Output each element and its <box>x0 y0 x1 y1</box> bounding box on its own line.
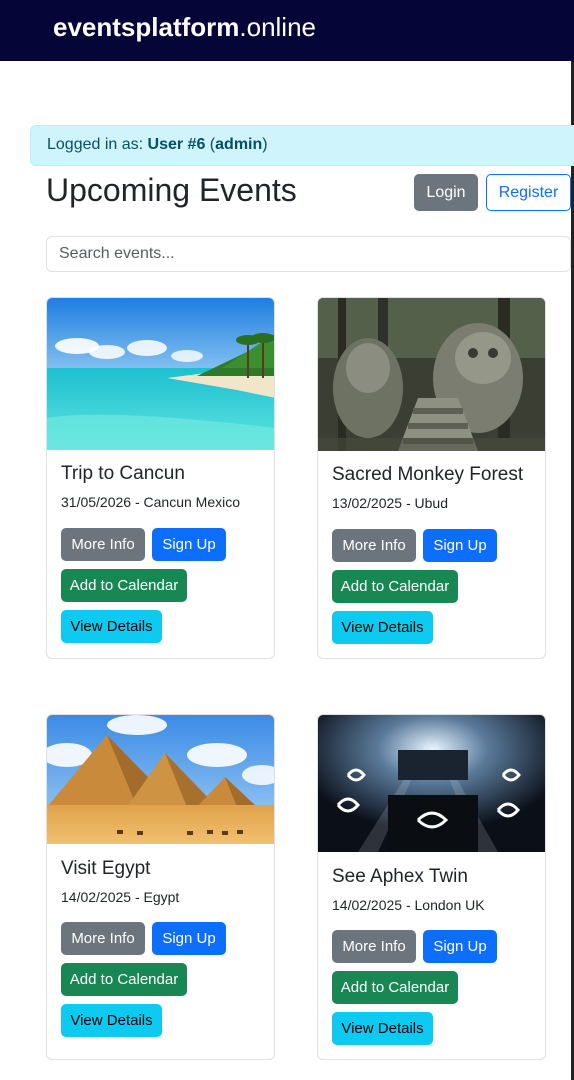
event-title: Sacred Monkey Forest <box>332 464 524 485</box>
event-date-location: 14/02/2025 - London UK <box>332 897 485 913</box>
add-to-calendar-button[interactable]: Add to Calendar <box>61 569 187 602</box>
alert-role: admin <box>215 136 263 153</box>
add-to-calendar-button[interactable]: Add to Calendar <box>332 570 458 603</box>
view-details-button[interactable]: View Details <box>61 1004 162 1037</box>
beach-photo <box>47 298 274 450</box>
event-date-location: 31/05/2026 - Cancun Mexico <box>61 494 240 510</box>
event-card: Visit Egypt 14/02/2025 - Egypt More Info… <box>46 714 275 1060</box>
alert-open-paren: ( <box>205 136 216 153</box>
view-details-button[interactable]: View Details <box>61 610 162 643</box>
login-status-alert: Logged in as: User #6 (admin) <box>30 125 574 166</box>
alert-prefix: Logged in as: <box>47 136 148 153</box>
add-to-calendar-button[interactable]: Add to Calendar <box>61 963 187 996</box>
brand-name: eventsplatform <box>53 12 240 42</box>
navbar: eventsplatform.online <box>0 0 574 61</box>
login-button[interactable]: Login <box>414 174 478 211</box>
pyramids-photo <box>47 715 274 844</box>
add-to-calendar-button[interactable]: Add to Calendar <box>332 971 458 1004</box>
sign-up-button[interactable]: Sign Up <box>152 922 226 955</box>
page-title: Upcoming Events <box>46 172 297 208</box>
event-title: See Aphex Twin <box>332 866 468 887</box>
event-card: Trip to Cancun 31/05/2026 - Cancun Mexic… <box>46 297 275 659</box>
event-card: See Aphex Twin 14/02/2025 - London UK Mo… <box>317 714 546 1060</box>
temple-statue-photo <box>318 298 545 451</box>
more-info-button[interactable]: More Info <box>332 529 416 562</box>
brand-logo[interactable]: eventsplatform.online <box>53 12 316 43</box>
sign-up-button[interactable]: Sign Up <box>423 930 497 963</box>
alert-user: User #6 <box>147 136 206 153</box>
event-title: Trip to Cancun <box>61 463 185 484</box>
more-info-button[interactable]: More Info <box>61 922 145 955</box>
search-input[interactable] <box>46 236 571 272</box>
event-date-location: 13/02/2025 - Ubud <box>332 495 448 511</box>
event-title: Visit Egypt <box>61 858 151 879</box>
view-details-button[interactable]: View Details <box>332 1012 433 1045</box>
register-button[interactable]: Register <box>486 174 571 211</box>
more-info-button[interactable]: More Info <box>61 528 145 561</box>
more-info-button[interactable]: More Info <box>332 930 416 963</box>
event-card: Sacred Monkey Forest 13/02/2025 - Ubud M… <box>317 297 546 659</box>
sign-up-button[interactable]: Sign Up <box>423 529 497 562</box>
brand-domain: .online <box>239 12 317 42</box>
view-details-button[interactable]: View Details <box>332 611 433 644</box>
sign-up-button[interactable]: Sign Up <box>152 528 226 561</box>
event-date-location: 14/02/2025 - Egypt <box>61 889 180 905</box>
concert-photo <box>318 715 545 852</box>
alert-close-paren: ) <box>262 136 268 153</box>
